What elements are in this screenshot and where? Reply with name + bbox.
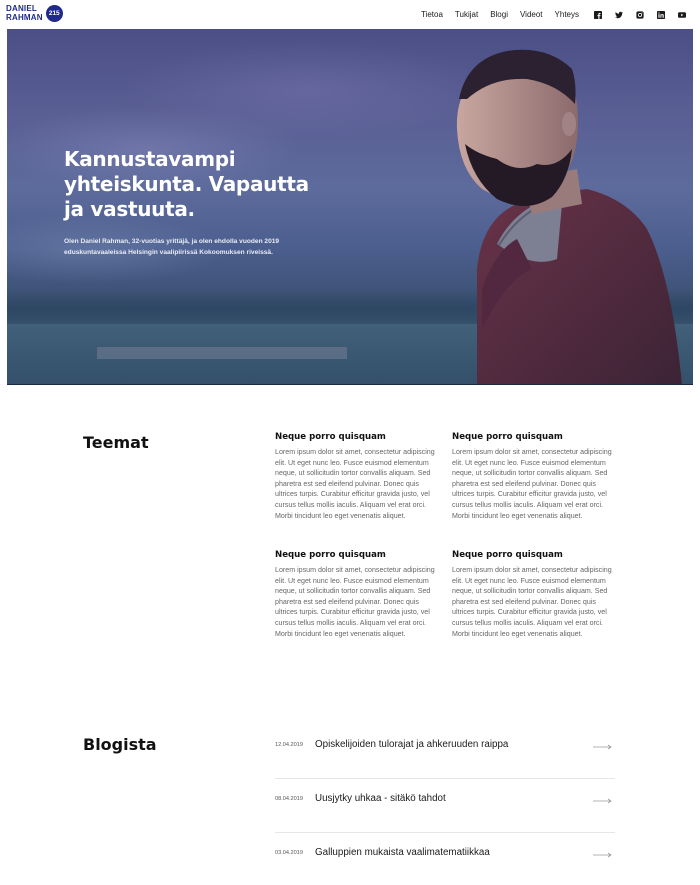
- blog-list: 12.04.2019 Opiskelijoiden tulorajat ja a…: [275, 725, 615, 885]
- arrow-right-icon[interactable]: [593, 852, 613, 858]
- social-links: [593, 10, 686, 19]
- blog-post-item[interactable]: 03.04.2019 Galluppien mukaista vaalimate…: [275, 833, 615, 885]
- blog-post-title[interactable]: Uusjytky uhkaa - sitäkö tahdot: [315, 793, 446, 804]
- blog-heading: Blogista: [83, 735, 157, 754]
- nav-item-blogi[interactable]: Blogi: [490, 10, 508, 19]
- blog-post-item[interactable]: 08.04.2019 Uusjytky uhkaa - sitäkö tahdo…: [275, 779, 615, 833]
- linkedin-icon[interactable]: [656, 10, 665, 19]
- nav-item-yhteys[interactable]: Yhteys: [555, 10, 579, 19]
- theme-item: Neque porro quisquam Lorem ipsum dolor s…: [275, 550, 443, 639]
- theme-item: Neque porro quisquam Lorem ipsum dolor s…: [275, 432, 443, 521]
- theme-body: Lorem ipsum dolor sit amet, consectetur …: [275, 566, 435, 638]
- nav-item-tukijat[interactable]: Tukijat: [455, 10, 478, 19]
- instagram-icon[interactable]: [635, 10, 644, 19]
- hero-portrait: [456, 49, 682, 384]
- hero-banner: Kannustavampi yhteiskunta. Vapautta ja v…: [7, 29, 693, 385]
- theme-item: Neque porro quisquam Lorem ipsum dolor s…: [452, 550, 620, 639]
- theme-title: Neque porro quisquam: [452, 432, 563, 442]
- hero-bench: [97, 347, 347, 359]
- theme-body: Lorem ipsum dolor sit amet, consectetur …: [452, 448, 612, 520]
- blog-post-item[interactable]: 12.04.2019 Opiskelijoiden tulorajat ja a…: [275, 725, 615, 779]
- blog-post-title[interactable]: Opiskelijoiden tulorajat ja ahkeruuden r…: [315, 739, 508, 750]
- site-header: DANIEL RAHMAN 215 Tietoa Tukijat Blogi V…: [0, 0, 700, 29]
- logo-line-2: RAHMAN: [6, 13, 43, 22]
- theme-title: Neque porro quisquam: [275, 550, 386, 560]
- theme-title: Neque porro quisquam: [275, 432, 386, 442]
- nav-item-tietoa[interactable]: Tietoa: [421, 10, 443, 19]
- blog-post-date: 03.04.2019: [275, 850, 303, 856]
- arrow-right-icon[interactable]: [593, 744, 613, 750]
- themes-heading: Teemat: [83, 433, 149, 452]
- blog-post-date: 12.04.2019: [275, 742, 303, 748]
- twitter-icon[interactable]: [614, 10, 623, 19]
- facebook-icon[interactable]: [593, 10, 602, 19]
- theme-body: Lorem ipsum dolor sit amet, consectetur …: [452, 566, 612, 638]
- theme-item: Neque porro quisquam Lorem ipsum dolor s…: [452, 432, 620, 521]
- logo-number-badge: 215: [45, 4, 63, 22]
- theme-title: Neque porro quisquam: [452, 550, 563, 560]
- blog-post-date: 08.04.2019: [275, 796, 303, 802]
- logo-line-1: DANIEL: [6, 4, 37, 13]
- main-nav: Tietoa Tukijat Blogi Videot Yhteys: [421, 0, 686, 29]
- site-logo[interactable]: DANIEL RAHMAN 215: [6, 4, 63, 22]
- hero-subtitle: Olen Daniel Rahman, 32-vuotias yrittäjä,…: [64, 238, 280, 256]
- nav-item-videot[interactable]: Videot: [520, 10, 543, 19]
- youtube-icon[interactable]: [677, 10, 686, 19]
- theme-body: Lorem ipsum dolor sit amet, consectetur …: [275, 448, 435, 520]
- blog-post-title[interactable]: Galluppien mukaista vaalimatematiikkaa: [315, 847, 490, 858]
- logo-wordmark: DANIEL RAHMAN: [6, 4, 43, 22]
- arrow-right-icon[interactable]: [593, 798, 613, 804]
- hero-title: Kannustavampi yhteiskunta. Vapautta ja v…: [64, 147, 309, 221]
